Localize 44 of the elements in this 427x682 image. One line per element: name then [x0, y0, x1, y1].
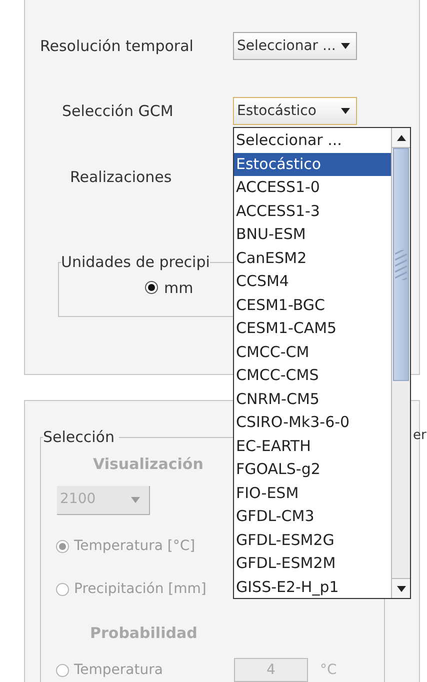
radio-button[interactable]	[145, 281, 158, 294]
dropdown-option[interactable]: GFDL-ESM2G	[234, 528, 391, 552]
dropdown-option[interactable]: BNU-ESM	[234, 223, 391, 246]
dropdown-option[interactable]: CSIRO-Mk3-6-0	[234, 411, 391, 434]
radio-label: Temperatura	[74, 660, 163, 680]
dropdown-option[interactable]: ACCESS1-3	[234, 200, 391, 223]
dropdown-option[interactable]: CESM1-CAM5	[234, 317, 391, 340]
caret-icon	[131, 496, 140, 502]
dropdown-option[interactable]: CMCC-CM	[234, 340, 391, 364]
dropdown-option[interactable]: FGOALS-g2	[234, 458, 391, 482]
dropdown-option[interactable]: CCSM4	[234, 270, 391, 294]
dropdown-option[interactable]: EC-EARTH	[234, 434, 391, 458]
dropdown-field[interactable]: Seleccionar ...	[233, 32, 357, 60]
unit-label: °C	[320, 660, 337, 680]
radio-label: Precipitación [mm]	[74, 580, 206, 598]
dropdown-option[interactable]: CanESM2	[234, 246, 391, 270]
radio-label: Temperatura [°C]	[74, 536, 196, 556]
up-arrow-icon	[396, 134, 406, 140]
field-label: Realizaciones	[70, 167, 172, 188]
dropdown-option[interactable]: GISS-E2-H_p1	[234, 576, 391, 599]
dropdown-option[interactable]: GFDL-ESM2M	[234, 552, 391, 576]
section-heading: Visualización	[93, 454, 204, 475]
scrollbar[interactable]	[391, 128, 410, 598]
group-title: er	[413, 427, 426, 445]
dropdown-option[interactable]: CNRM-CM5	[234, 388, 391, 411]
field-label: Selección GCM	[62, 100, 174, 122]
scrollbar-thumb[interactable]	[393, 148, 409, 381]
section-heading: Probabilidad	[90, 622, 198, 644]
radio-label: mm	[164, 278, 194, 298]
scroll-up-button[interactable]	[392, 128, 410, 148]
dropdown-option[interactable]: CMCC-CMS	[234, 364, 391, 388]
dropdown-option[interactable]: ACCESS1-0	[234, 176, 391, 200]
dropdown-option[interactable]: CESM1-BGC	[234, 294, 391, 317]
scroll-down-button[interactable]	[392, 578, 410, 598]
grip-icon	[395, 250, 407, 280]
dropdown-field[interactable]: Estocástico	[233, 97, 357, 125]
dropdown-option[interactable]: GFDL-CM3	[234, 505, 391, 528]
field-label: Resolución temporal	[40, 36, 194, 57]
dropdown-option[interactable]: Seleccionar ...	[234, 129, 391, 152]
caret-icon	[341, 43, 350, 49]
caret-icon	[396, 586, 406, 592]
dropdown-option[interactable]: Estocástico	[234, 152, 391, 176]
caret-icon	[341, 108, 350, 114]
dropdown-option[interactable]: FIO-ESM	[234, 482, 391, 505]
